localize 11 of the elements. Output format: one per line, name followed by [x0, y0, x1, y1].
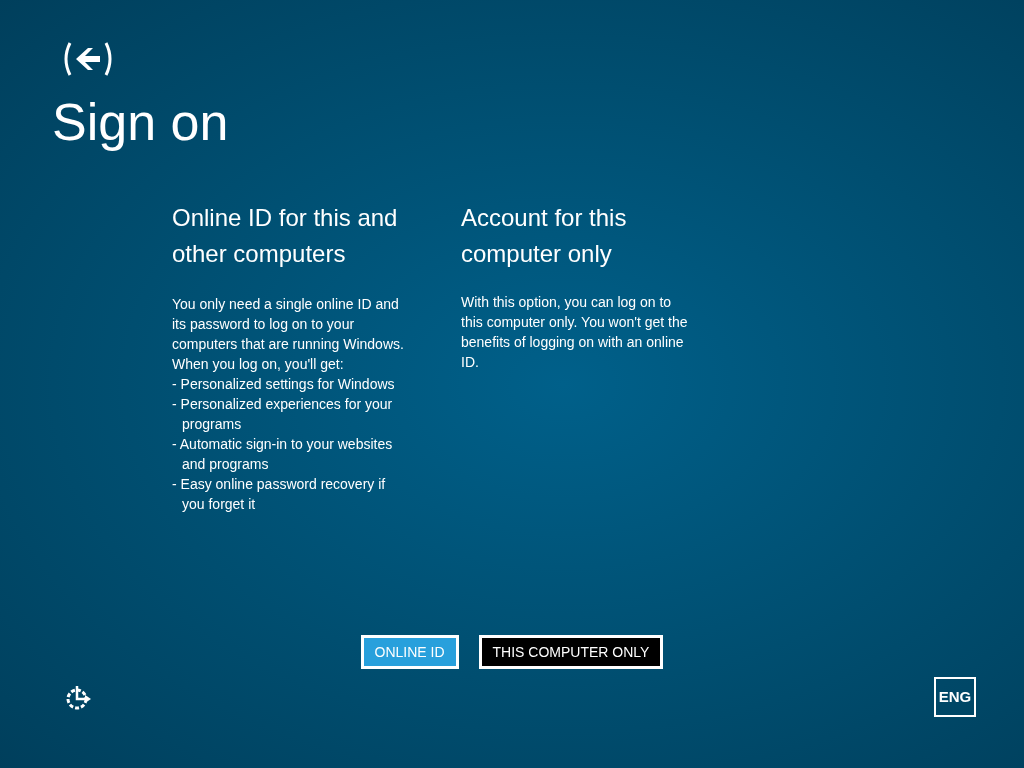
local-account-button[interactable]: THIS COMPUTER ONLY: [478, 635, 664, 669]
option-heading: Account for this computer only: [461, 203, 628, 269]
language-button[interactable]: ENG: [934, 677, 976, 717]
back-icon[interactable]: [62, 40, 114, 78]
benefit-item: - Personalized settings for Windows: [172, 375, 396, 394]
option-description: With this option, you can log on to this computer only. You won't get the benefits of logging on with an online ID.: [461, 293, 689, 372]
option-description: You only need a single online ID and its password to log on to your computers that are running Windows. When you log on, you'll get:: [172, 295, 405, 374]
benefit-item: - Easy online password recovery if you forget it: [172, 475, 387, 514]
benefit-item: - Personalized experiences for your programs: [172, 395, 394, 434]
benefit-item: - Automatic sign-in to your websites and programs: [172, 435, 394, 474]
option-heading: Online ID for this and other computers: [172, 203, 399, 269]
